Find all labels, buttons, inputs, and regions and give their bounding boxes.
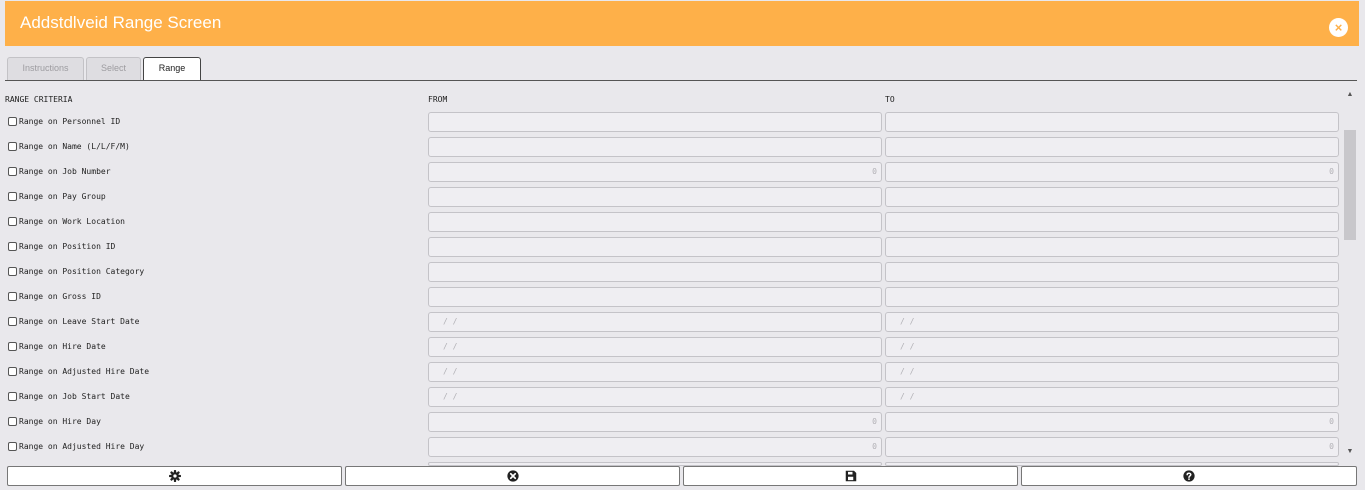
- scroll-down-icon[interactable]: ▼: [1346, 448, 1354, 456]
- to-input[interactable]: [885, 187, 1339, 207]
- to-input[interactable]: / /: [885, 337, 1339, 357]
- from-input[interactable]: [428, 262, 882, 282]
- range-checkbox[interactable]: [8, 117, 17, 126]
- range-checkbox[interactable]: [8, 217, 17, 226]
- from-header: FROM: [428, 95, 448, 104]
- range-label: Range on Pay Group: [19, 192, 106, 201]
- vertical-scrollbar[interactable]: ▲ ▼: [1343, 88, 1357, 460]
- to-input[interactable]: [885, 262, 1339, 282]
- gear-icon: [168, 470, 181, 482]
- range-checkbox[interactable]: [8, 342, 17, 351]
- range-label: Range on Work Location: [19, 217, 125, 226]
- range-checkbox[interactable]: [8, 192, 17, 201]
- to-input[interactable]: [885, 237, 1339, 257]
- range-checkbox[interactable]: [8, 242, 17, 251]
- range-checkbox[interactable]: [8, 442, 17, 451]
- to-input[interactable]: / /: [885, 312, 1339, 332]
- from-input[interactable]: [428, 137, 882, 157]
- range-label: Range on Position ID: [19, 242, 116, 251]
- scrollbar-thumb[interactable]: [1344, 130, 1356, 240]
- tab-select[interactable]: Select: [86, 57, 141, 80]
- range-checkbox[interactable]: [8, 317, 17, 326]
- to-input[interactable]: 0: [885, 162, 1339, 182]
- range-label: Range on Leave Start Date: [19, 317, 140, 326]
- cancel-icon: [506, 470, 519, 482]
- help-button[interactable]: [1021, 466, 1357, 486]
- from-input[interactable]: 0: [428, 437, 882, 457]
- tab-divider: [5, 80, 1357, 81]
- range-label: Range on Hire Day: [19, 417, 101, 426]
- to-input[interactable]: 0: [885, 412, 1339, 432]
- from-input[interactable]: / /: [428, 387, 882, 407]
- range-label: Range on Personnel ID: [19, 117, 121, 126]
- to-input[interactable]: [885, 137, 1339, 157]
- to-input[interactable]: [885, 287, 1339, 307]
- range-checkbox[interactable]: [8, 417, 17, 426]
- help-icon: [1183, 470, 1195, 482]
- save-button[interactable]: [683, 466, 1018, 486]
- range-label: Range on Adjusted Hire Date: [19, 367, 150, 376]
- title-bar: Addstdlveid Range Screen ×: [5, 1, 1359, 46]
- to-input[interactable]: / /: [885, 387, 1339, 407]
- range-label: Range on Name (L/L/F/M): [19, 142, 130, 151]
- window-title: Addstdlveid Range Screen: [20, 13, 222, 32]
- range-checkbox[interactable]: [8, 167, 17, 176]
- range-label: Range on Hire Date: [19, 342, 106, 351]
- range-checkbox[interactable]: [8, 142, 17, 151]
- from-input[interactable]: 0: [428, 412, 882, 432]
- to-input[interactable]: 0: [885, 437, 1339, 457]
- cancel-button[interactable]: [345, 466, 680, 486]
- to-header: TO: [885, 95, 895, 104]
- scroll-up-icon[interactable]: ▲: [1346, 91, 1354, 99]
- from-input[interactable]: / /: [428, 362, 882, 382]
- to-input[interactable]: [885, 212, 1339, 232]
- range-checkbox[interactable]: [8, 392, 17, 401]
- range-label: Range on Job Start Date: [19, 392, 130, 401]
- from-input[interactable]: / /: [428, 312, 882, 332]
- range-checkbox[interactable]: [8, 267, 17, 276]
- tab-instructions[interactable]: Instructions: [7, 57, 84, 80]
- from-input[interactable]: 0: [428, 162, 882, 182]
- range-label: Range on Position Category: [19, 267, 145, 276]
- range-label: Range on Adjusted Hire Day: [19, 442, 145, 451]
- from-input[interactable]: [428, 212, 882, 232]
- from-input[interactable]: [428, 287, 882, 307]
- save-icon: [845, 470, 856, 482]
- from-input[interactable]: / /: [428, 337, 882, 357]
- from-input[interactable]: [428, 187, 882, 207]
- range-checkbox[interactable]: [8, 292, 17, 301]
- to-input[interactable]: / /: [885, 362, 1339, 382]
- close-icon[interactable]: ×: [1329, 18, 1348, 37]
- from-input[interactable]: [428, 237, 882, 257]
- range-criteria-header: RANGE CRITERIA: [5, 95, 73, 104]
- to-input[interactable]: [885, 112, 1339, 132]
- range-label: Range on Job Number: [19, 167, 111, 176]
- range-label: Range on Gross ID: [19, 292, 101, 301]
- from-input[interactable]: [428, 112, 882, 132]
- range-checkbox[interactable]: [8, 367, 17, 376]
- settings-button[interactable]: [7, 466, 342, 486]
- tab-range[interactable]: Range: [143, 57, 201, 81]
